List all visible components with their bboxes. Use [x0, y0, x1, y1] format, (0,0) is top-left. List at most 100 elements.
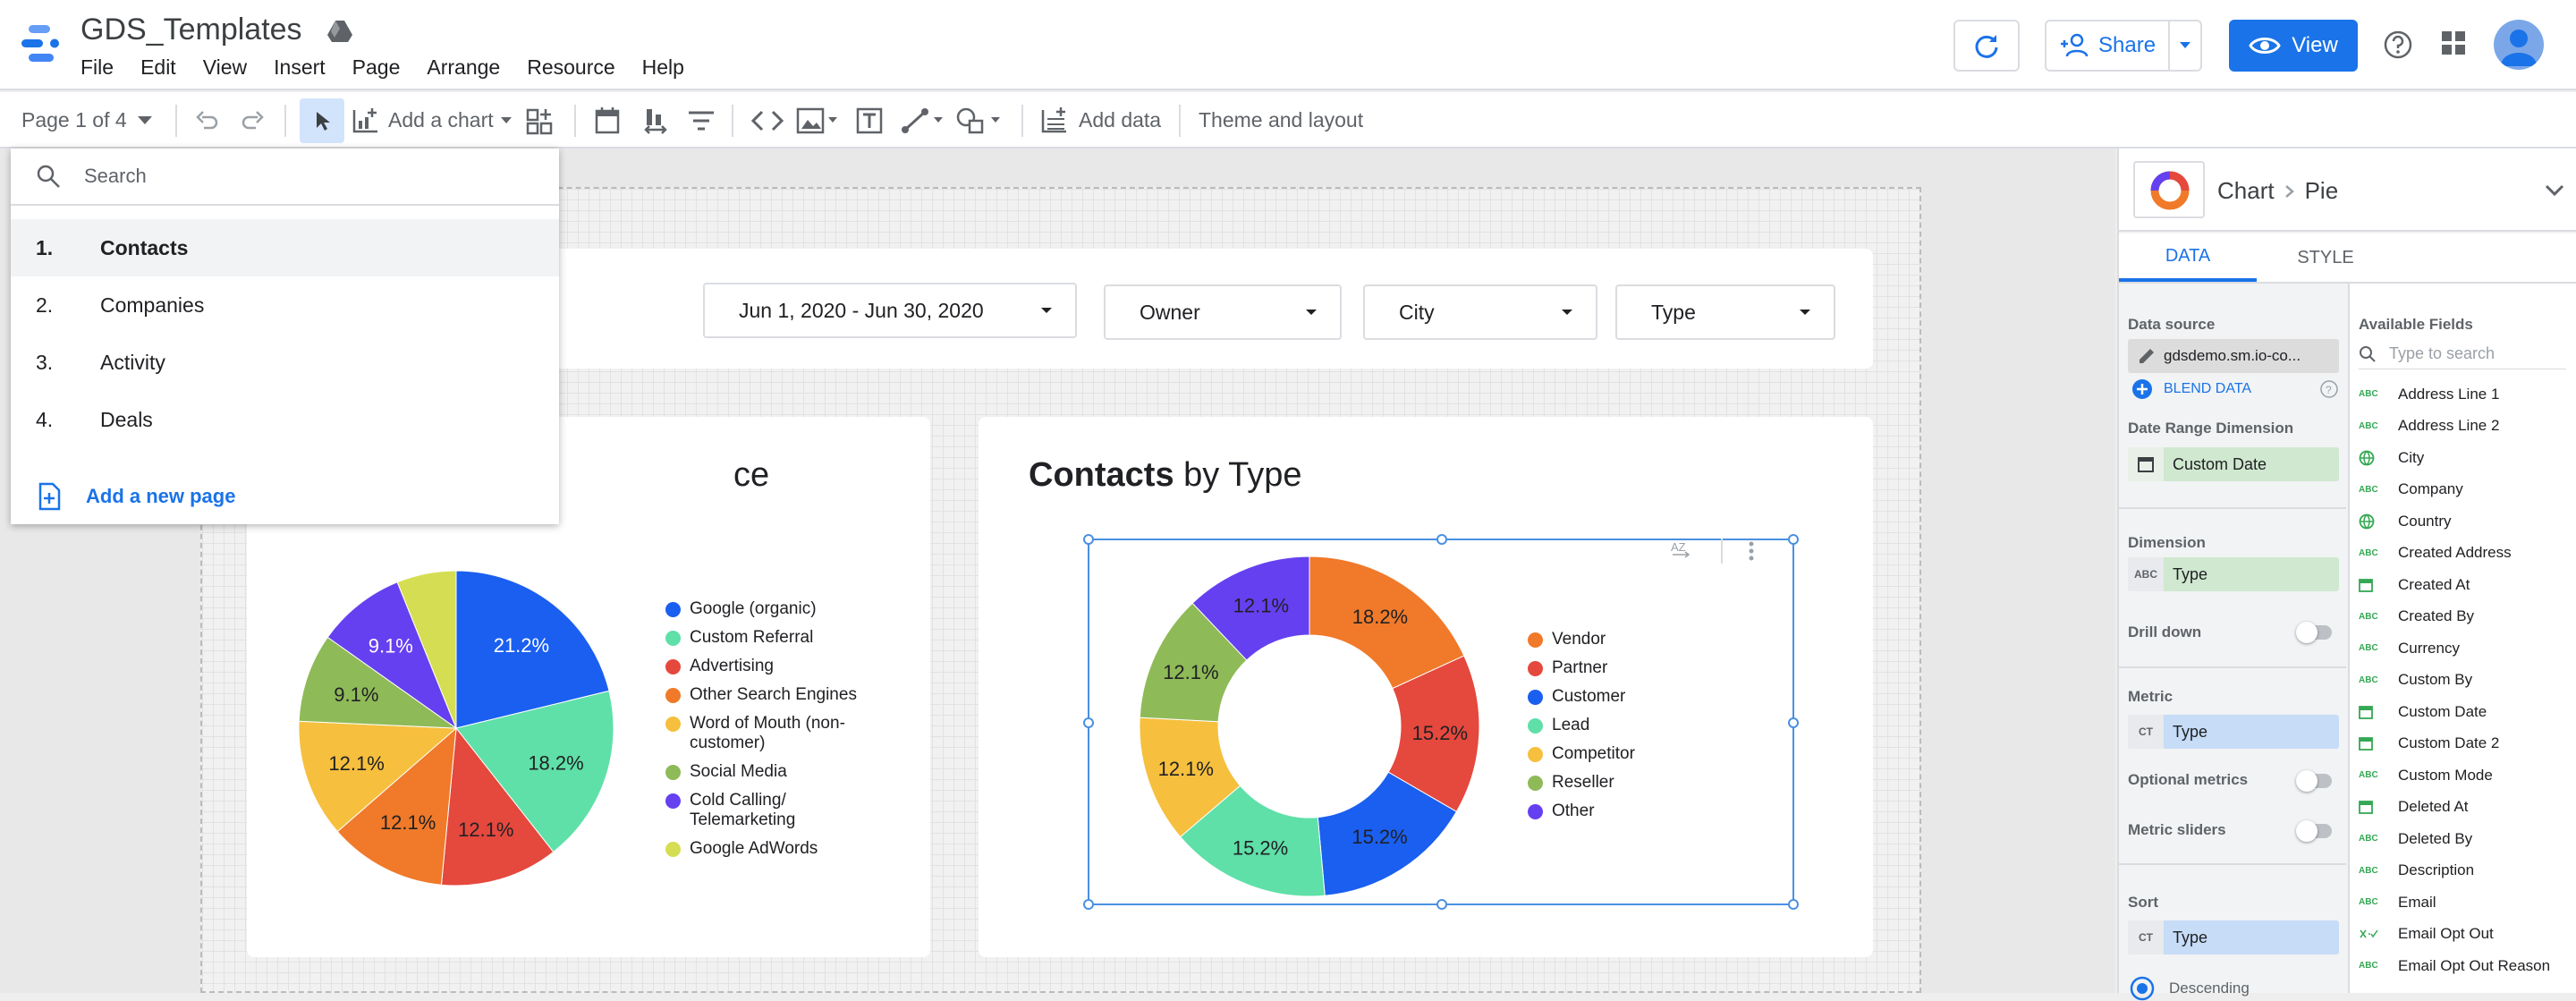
help-icon[interactable]: ?	[2319, 379, 2339, 399]
page-item-deals[interactable]: 4. Deals	[11, 391, 559, 448]
data-source-chip[interactable]: gdsdemo.sm.io-co...	[2128, 339, 2339, 373]
field-item[interactable]: Custom Date	[2359, 696, 2573, 728]
owner-filter[interactable]: Owner	[1104, 284, 1342, 340]
add-new-page-button[interactable]: Add a new page	[11, 468, 559, 525]
page-item-activity[interactable]: 3. Activity	[11, 334, 559, 391]
menu-help[interactable]: Help	[642, 55, 684, 80]
legend-item[interactable]: Google AdWords	[665, 839, 916, 859]
resize-handle[interactable]	[1083, 534, 1094, 545]
shape-button[interactable]	[955, 92, 1000, 148]
legend-item[interactable]: Word of Mouth (non-customer)	[665, 714, 916, 753]
menu-arrange[interactable]: Arrange	[427, 55, 500, 80]
field-item[interactable]: Custom Date 2	[2359, 728, 2573, 760]
legend-item[interactable]: Google (organic)	[665, 599, 916, 619]
field-item[interactable]: ABC Description	[2359, 855, 2573, 887]
menu-file[interactable]: File	[80, 55, 114, 80]
field-item[interactable]: ABC Address Line 2	[2359, 411, 2573, 443]
field-item[interactable]: ABC Email Opt Out Reason	[2359, 950, 2573, 982]
help-icon[interactable]	[2383, 30, 2413, 60]
field-item[interactable]: ABC Created Address	[2359, 538, 2573, 570]
optional-metrics-toggle[interactable]	[2296, 770, 2332, 792]
resize-handle[interactable]	[1788, 899, 1799, 910]
field-item[interactable]: City	[2359, 442, 2573, 474]
data-control-icon[interactable]	[642, 106, 669, 135]
date-range-filter[interactable]: Jun 1, 2020 - Jun 30, 2020	[703, 283, 1077, 338]
select-tool-button[interactable]	[300, 98, 344, 143]
menu-view[interactable]: View	[203, 55, 247, 80]
resize-handle[interactable]	[1083, 717, 1094, 728]
type-filter[interactable]: Type	[1615, 284, 1835, 340]
page-selector[interactable]: Page 1 of 4	[21, 92, 152, 148]
metric-chip[interactable]: CT Type	[2128, 715, 2339, 749]
undo-icon[interactable]	[195, 108, 220, 133]
share-dropdown-button[interactable]	[2168, 21, 2200, 70]
sort-chip[interactable]: CT Type	[2128, 920, 2339, 954]
page-item-companies[interactable]: 2. Companies	[11, 276, 559, 334]
text-box-icon[interactable]	[855, 106, 884, 135]
field-item[interactable]: ABC Email	[2359, 886, 2573, 919]
chart-card-contacts-by-type[interactable]: Contacts by Type 18.2% 15.2% 15.2% 15.2% 12.…	[979, 417, 1873, 957]
field-search-input[interactable]: Type to search	[2359, 339, 2566, 369]
field-item[interactable]: ABC Address Line 1	[2359, 378, 2573, 411]
resize-handle[interactable]	[1788, 717, 1799, 728]
tab-style[interactable]: STYLE	[2257, 233, 2394, 282]
field-item[interactable]: Email Opt Out	[2359, 919, 2573, 951]
legend-item[interactable]: Other Search Engines	[665, 685, 916, 705]
legend-item[interactable]: Advertising	[665, 657, 916, 676]
add-chart-button[interactable]: Add a chart	[351, 92, 512, 148]
embed-code-icon[interactable]	[751, 108, 784, 133]
page-item-contacts[interactable]: 1. Contacts	[11, 219, 559, 276]
avatar[interactable]	[2494, 20, 2544, 70]
field-item[interactable]: ABC Deleted By	[2359, 823, 2573, 855]
data-studio-logo-icon[interactable]	[20, 23, 63, 64]
field-item[interactable]: ABC Company	[2359, 474, 2573, 506]
dimension-chip[interactable]: ABC Type	[2128, 557, 2339, 591]
menu-resource[interactable]: Resource	[527, 55, 614, 80]
redo-icon[interactable]	[240, 108, 265, 133]
chart-type-picker[interactable]	[2133, 161, 2205, 218]
chevron-down-icon[interactable]	[2545, 184, 2564, 197]
date-range-dimension-chip[interactable]: Custom Date	[2128, 447, 2339, 481]
field-item[interactable]: ABC Custom By	[2359, 665, 2573, 697]
date-range-control-icon[interactable]	[594, 106, 621, 135]
legend-item[interactable]: Cold Calling/Telemarketing	[665, 791, 916, 830]
menu-insert[interactable]: Insert	[274, 55, 326, 80]
tab-data[interactable]: DATA	[2119, 233, 2257, 282]
line-button[interactable]	[900, 92, 943, 148]
add-data-button[interactable]: Add data	[1039, 92, 1161, 148]
page-search[interactable]: Search	[11, 148, 559, 206]
resize-handle[interactable]	[1436, 899, 1447, 910]
drill-down-toggle[interactable]	[2296, 622, 2332, 643]
legend-item[interactable]: Custom Referral	[665, 628, 916, 648]
refresh-button[interactable]	[1953, 20, 2020, 72]
edit-pencil-icon[interactable]	[2137, 346, 2157, 366]
resize-handle[interactable]	[1788, 534, 1799, 545]
view-button[interactable]: View	[2229, 20, 2358, 72]
field-item[interactable]: Deleted At	[2359, 792, 2573, 824]
filter-control-icon[interactable]	[687, 108, 716, 133]
field-name: Custom Mode	[2398, 766, 2493, 784]
sort-order-option[interactable]: Descending	[2130, 976, 2250, 1001]
blend-data-button[interactable]: BLEND DATA ?	[2131, 378, 2339, 400]
field-item[interactable]: Country	[2359, 505, 2573, 538]
resize-handle[interactable]	[1083, 899, 1094, 910]
report-title[interactable]: GDS_Templates	[80, 13, 302, 47]
apps-grid-icon[interactable]	[2440, 30, 2467, 56]
field-item[interactable]: ABC Currency	[2359, 632, 2573, 665]
community-viz-icon[interactable]	[526, 108, 555, 135]
image-button[interactable]	[796, 92, 837, 148]
share-button[interactable]: Share	[2045, 20, 2202, 72]
metric-sliders-toggle[interactable]	[2296, 820, 2332, 842]
theme-layout-button[interactable]: Theme and layout	[1199, 92, 1363, 148]
menu-page[interactable]: Page	[352, 55, 401, 80]
field-item[interactable]: Created At	[2359, 569, 2573, 601]
city-filter[interactable]: City	[1363, 284, 1597, 340]
resize-handle[interactable]	[1436, 534, 1447, 545]
field-item[interactable]: ABC Custom Mode	[2359, 759, 2573, 792]
legend-item[interactable]: Social Media	[665, 762, 916, 782]
sort-az-icon[interactable]: AZ	[1669, 539, 1694, 560]
field-item[interactable]: ABC Created By	[2359, 601, 2573, 633]
more-vert-icon[interactable]	[1748, 540, 1755, 562]
menu-edit[interactable]: Edit	[140, 55, 176, 80]
field-name: Address Line 1	[2398, 385, 2500, 403]
